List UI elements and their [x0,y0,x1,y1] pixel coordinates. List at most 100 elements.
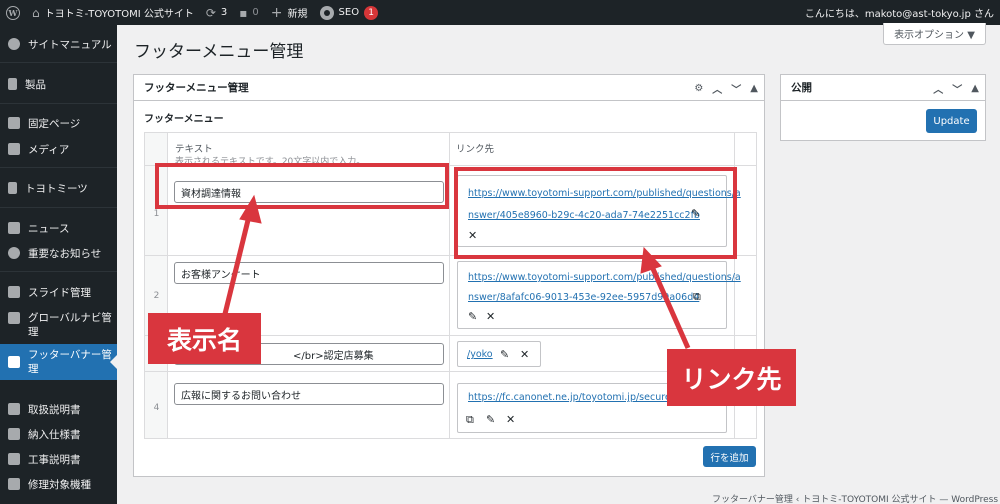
menu-separator [0,207,117,208]
callout-link-target: リンク先 [667,349,796,406]
move-down-icon[interactable]: ﹀ [731,81,741,96]
comments-link[interactable]: ▪ 0 [233,0,265,25]
text-input[interactable]: お客様アンケート [174,262,444,284]
sidebar-item-label: トヨトミーツ [25,182,88,195]
sidebar-item-manuals[interactable]: 取扱説明書 [0,398,117,420]
link-url[interactable]: nswer/8afafc06-9013-453e-92ee-5957d99a06… [468,292,699,303]
toggle-panel-icon[interactable]: ▲ [971,83,979,94]
move-up-icon[interactable]: ︿ [933,81,943,96]
close-icon[interactable]: ✕ [506,413,515,426]
sidebar-item-label: スライド管理 [28,286,91,299]
update-button[interactable]: Update [926,109,977,133]
row-number: 1 [153,209,160,219]
sidebar-item-label: メディア [28,143,70,156]
pencil-icon[interactable]: ✎ [500,348,509,361]
updates-count: 3 [220,7,228,18]
product-icon [8,78,17,90]
my-account-link[interactable]: こんにちは、makoto@ast-tokyo.jp さん [805,0,994,25]
document-icon [8,182,17,194]
sidebar-item-global-nav[interactable]: グローバルナビ管理 [0,307,117,339]
link-url[interactable]: https://fc.canonet.ne.jp/toyotomi.jp/sec… [468,392,677,403]
sidebar-item-construction-manuals[interactable]: 工事説明書 [0,448,117,470]
updates-link[interactable]: ⟳ 3 [200,0,233,25]
seo-notification-badge: 1 [364,5,379,20]
seo-icon [319,5,334,20]
link-box: /yoko ✎ ✕ [457,341,541,367]
sidebar-item-footer-banner[interactable]: フッターバナー管理 [0,344,117,380]
close-icon[interactable]: ✕ [486,310,495,323]
wp-logo-menu[interactable]: W [0,0,26,25]
sidebar-item-label: 工事説明書 [28,453,81,466]
list-icon [8,428,20,440]
add-row-button[interactable]: 行を追加 [703,446,756,467]
sidebar-item-label: 取扱説明書 [28,403,81,416]
toggle-panel-icon[interactable]: ▲ [750,83,758,94]
gear-icon[interactable]: ⚙ [694,83,703,94]
wordpress-logo-icon: W [6,5,20,20]
site-name-link[interactable]: ⌂ トヨトミ-TOYOTOMI 公式サイト [26,0,200,25]
sidebar-item-important-notice[interactable]: 重要なお知らせ [0,242,117,264]
list-icon [8,403,20,415]
screen-options-button[interactable]: 表示オプション ▼ [883,23,986,45]
seo-menu[interactable]: SEO 1 [314,0,385,25]
sidebar-item-pages[interactable]: 固定ページ [0,112,117,134]
wordpress-icon [8,38,20,50]
sidebar-item-site-manual[interactable]: サイトマニュアル [0,33,117,55]
highlight-box-text [155,163,449,209]
comment-icon: ▪ [239,5,248,20]
admin-sidebar: サイトマニュアル 製品 固定ページ メディア トヨトミーツ ニュース 重要なお知… [0,25,117,504]
sidebar-item-news[interactable]: ニュース [0,217,117,239]
megaphone-icon [8,222,20,234]
callout-display-name: 表示名 [148,313,261,364]
section-label: フッターメニュー [144,114,224,125]
publish-title: 公開 [791,82,812,94]
sidebar-item-repair-models[interactable]: 修理対象機種 [0,473,117,495]
sidebar-item-label: 重要なお知らせ [28,247,102,260]
close-icon[interactable]: ✕ [520,348,529,361]
row-number: 4 [153,403,160,413]
external-link-icon[interactable]: ⧉ [466,413,474,427]
link-url[interactable]: https://www.toyotomi-support.com/publish… [468,272,741,283]
sidebar-item-products[interactable]: 製品 [0,73,117,95]
sidebar-item-label: グローバルナビ管理 [28,312,112,338]
layout-icon [8,312,20,324]
new-content-link[interactable]: + 新規 [265,0,314,25]
sidebar-item-toyotomeets[interactable]: トヨトミーツ [0,177,117,199]
sidebar-item-label: サイトマニュアル [28,38,112,51]
media-icon [8,143,20,155]
refresh-icon: ⟳ [205,5,216,20]
pencil-icon[interactable]: ✎ [468,310,477,323]
sidebar-item-slides[interactable]: スライド管理 [0,281,117,303]
metabox-header: フッターメニュー管理 ⚙ ︿ ﹀ ▲ [134,75,764,101]
move-down-icon[interactable]: ﹀ [952,81,962,96]
comments-count: 0 [252,7,259,18]
menu-separator [0,271,117,272]
column-divider [449,133,450,438]
footer-title: フッターバナー管理 ‹ トヨトミ-TOYOTOMI 公式サイト — WordPr… [712,495,999,504]
sidebar-item-label: フッターバナー管理 [28,349,112,375]
link-box: https://www.toyotomi-support.com/publish… [457,261,741,329]
column-header-link: リンク先 [456,144,495,155]
info-icon [8,247,20,259]
pages-icon [8,117,20,129]
external-link-icon[interactable]: ⧉ [693,290,701,304]
pencil-icon[interactable]: ✎ [486,413,495,426]
link-url[interactable]: /yoko [467,349,493,360]
move-up-icon[interactable]: ︿ [712,81,722,96]
grid-icon [8,286,20,298]
sidebar-item-label: ニュース [28,222,70,235]
page-title: フッターメニュー管理 [134,42,304,62]
menu-separator [0,103,117,104]
site-name: トヨトミ-TOYOTOMI 公式サイト [44,9,194,20]
sidebar-item-specifications[interactable]: 納入仕様書 [0,423,117,445]
menu-separator [0,62,117,63]
current-indicator [110,355,117,369]
admin-bar: W ⌂ トヨトミ-TOYOTOMI 公式サイト ⟳ 3 ▪ 0 + 新規 SEO… [0,0,1000,25]
column-header-text: テキスト [175,144,213,155]
text-input[interactable]: 広報に関するお問い合わせ [174,383,444,405]
list-icon [8,478,20,490]
greeting-text: こんにちは、makoto@ast-tokyo.jp さん [804,9,994,20]
highlight-box-link [454,167,737,259]
sidebar-item-media[interactable]: メディア [0,138,117,160]
publish-header: 公開 ︿ ﹀ ▲ [781,75,985,101]
